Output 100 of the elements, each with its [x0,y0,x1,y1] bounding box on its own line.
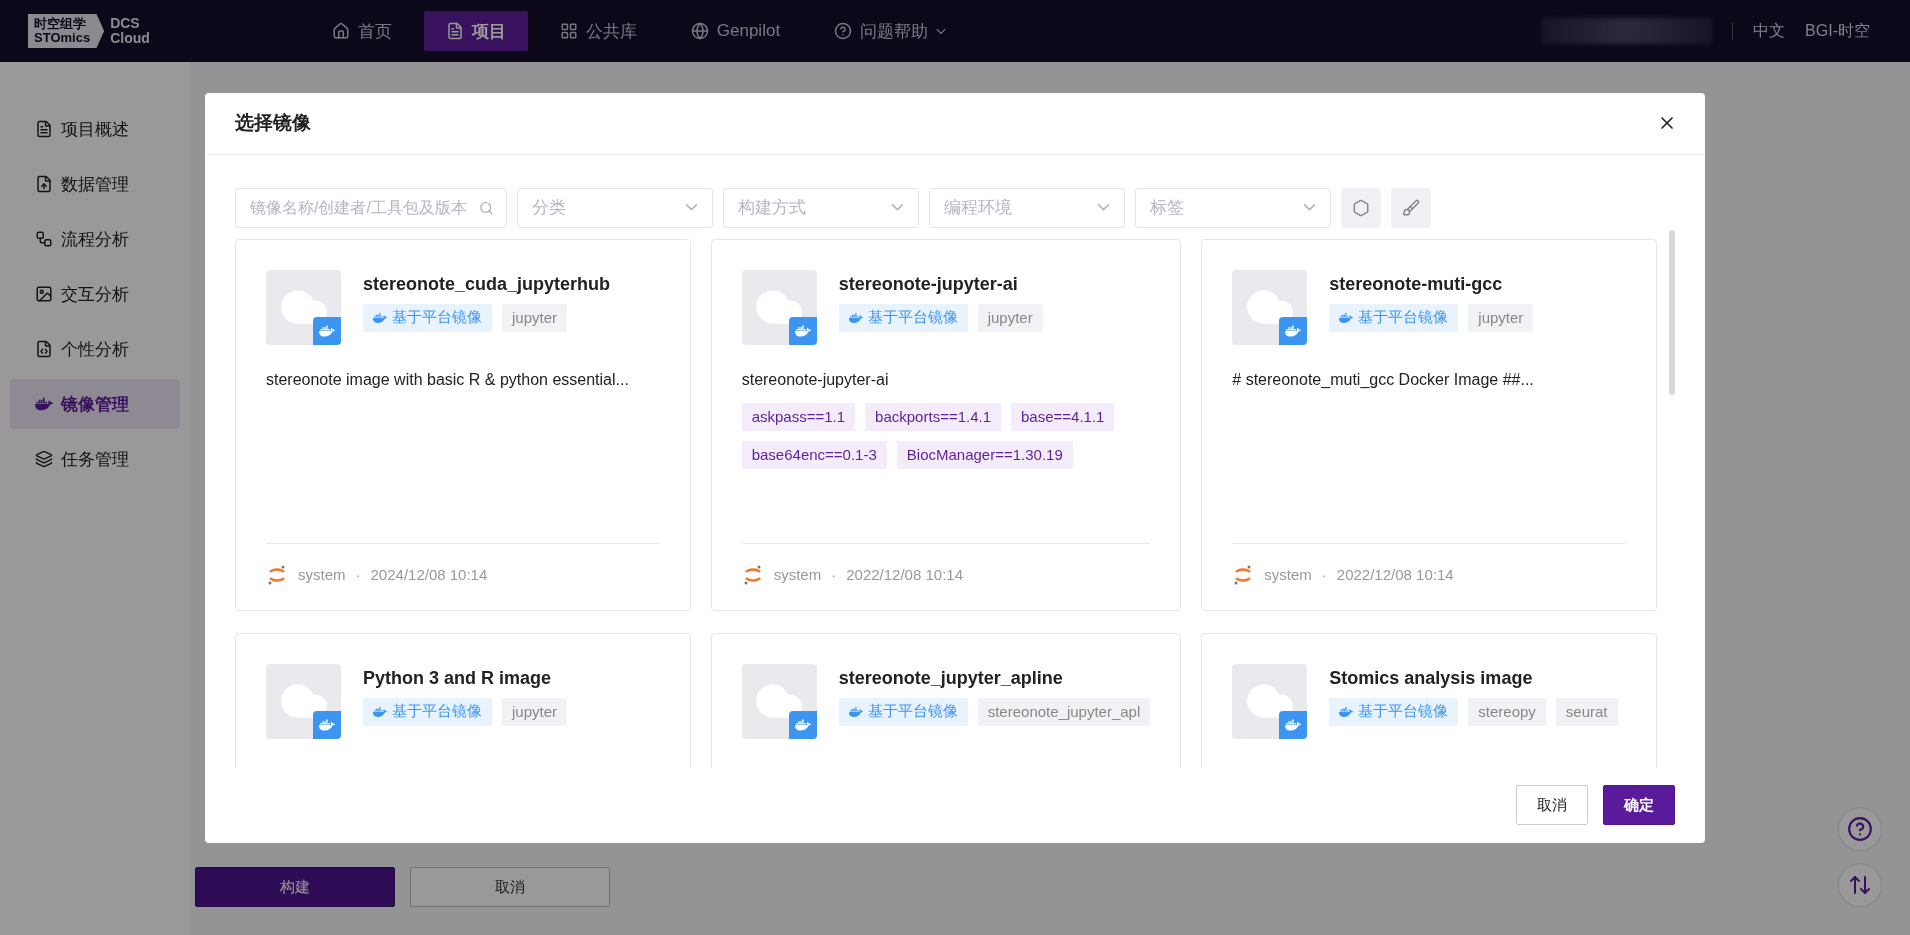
nav-item[interactable]: 首页 [309,11,414,51]
whale-icon [794,322,811,339]
whale-icon [35,395,53,413]
code-icon [35,340,53,358]
whale-icon [848,704,863,719]
card-title: stereonote-muti-gcc [1329,272,1504,295]
nav-item[interactable]: Genpilot [668,11,803,51]
workflow-icon [35,230,53,248]
tag: jupyter [502,303,568,332]
tag: jupyter [502,697,568,726]
tag: jupyter [1468,303,1534,332]
tag: 基于平台镜像 [838,697,968,726]
image-card[interactable]: stereonote_cuda_jupyterhub 基于平台镜像 jupyter stereonote image with basic R & python essential... system · 2024/12/08 10:14 [235,238,691,611]
image-card[interactable]: Python 3 and R image 基于平台镜像 jupyter [235,632,691,768]
search-field[interactable]: 镜像名称/创建者/工具包及版本 [235,187,507,228]
whale-icon [373,704,387,719]
organization-name[interactable]: BGI-时空 [1805,20,1870,42]
up-down-arrows-icon [1848,873,1872,897]
author: system [298,566,346,583]
package-tag: BiocManager==1.30.19 [896,440,1073,469]
date: 2022/12/08 10:14 [846,566,963,583]
confirm-button[interactable]: 确定 [1603,785,1675,825]
author: system [1264,566,1312,583]
card-title: stereonote_cuda_jupyterhub [363,272,611,295]
card-title: Python 3 and R image [363,666,553,689]
package-tag: backports==1.4.1 [865,402,1001,431]
nav-item[interactable]: 问题帮助 [812,11,969,51]
chevron-down-icon [1097,204,1110,211]
sidebar-item[interactable]: 任务管理 [10,434,180,484]
help-icon [834,22,853,40]
document-icon [35,120,53,138]
cancel-button[interactable]: 取消 [1516,785,1588,825]
cancel-button[interactable]: 取消 [410,867,610,907]
tag: 基于平台镜像 [1329,697,1459,726]
chevron-down-icon [891,204,904,211]
brush-icon [1402,198,1420,217]
package-tag: askpass==1.1 [741,402,856,431]
home-icon [331,22,350,40]
clear-button[interactable] [1391,187,1431,228]
nav-item[interactable]: 项目 [423,11,528,51]
logo: 时空组学 STOmics [28,14,105,48]
tag: seurat [1555,697,1618,726]
chevron-down-icon [1303,204,1316,211]
tag: jupyter [977,303,1043,332]
whale-icon [1339,310,1354,325]
separator-dot: · [1321,566,1327,583]
package-tag: base==4.1.1 [1011,402,1115,431]
card-title: Stomics analysis image [1329,666,1534,689]
help-icon [1847,816,1873,842]
sidebar-item[interactable]: 流程分析 [10,214,180,264]
chevron-down-icon [685,204,698,211]
whale-icon [1285,716,1302,733]
product-name: DCS Cloud [110,16,150,46]
layers-icon [35,450,53,468]
sidebar-item[interactable]: 交互分析 [10,269,180,319]
help-button[interactable] [1838,807,1882,851]
sidebar-item[interactable]: 项目概述 [10,104,180,154]
settings-button[interactable] [1341,187,1381,228]
tag: stereonote_jupyter_apl [977,697,1151,726]
nav-item[interactable]: 公共库 [537,11,659,51]
image-card[interactable]: stereonote_jupyter_apline 基于平台镜像 stereonote_jupyter_apl [710,632,1182,768]
grid-icon [559,22,578,40]
whale-icon [319,322,335,339]
whale-icon [319,716,335,733]
sidebar-item[interactable]: 数据管理 [10,159,180,209]
separator-dot: · [355,566,361,583]
dialog-title: 选择镜像 [235,111,311,135]
sidebar-item[interactable]: 个性分析 [10,324,180,374]
tag: 基于平台镜像 [838,303,968,332]
card-description: stereonote image with basic R & python essential... [266,370,630,389]
tag: 基于平台镜像 [1329,303,1459,332]
card-description: # stereonote_muti_gcc Docker Image ##... [1232,370,1535,389]
jupyter-logo-icon [266,563,288,586]
sidebar-item[interactable]: 镜像管理 [10,379,180,429]
scroll-button[interactable] [1838,863,1882,907]
tag: 基于平台镜像 [363,303,492,332]
hexagon-icon [1352,198,1370,217]
whale-icon [848,310,863,325]
tag: 基于平台镜像 [363,697,492,726]
globe-icon [690,22,709,40]
build-button[interactable]: 构建 [195,867,395,907]
file-upload-icon [35,175,53,193]
package-tag: base64enc==0.1-3 [741,440,887,469]
language-label: 中文 [1753,20,1786,41]
tag: stereopy [1468,697,1546,726]
whale-icon [1285,322,1302,339]
search-icon [479,199,494,216]
card-title: stereonote-jupyter-ai [838,272,1019,295]
document-icon [445,22,464,40]
whale-icon [373,310,387,325]
scrollbar[interactable] [1669,229,1675,395]
whale-icon [1339,704,1354,719]
card-description: stereonote-jupyter-ai [741,370,890,389]
author: system [773,566,822,583]
image-card[interactable]: stereonote-jupyter-ai 基于平台镜像 jupyter stereonote-jupyter-ai askpass==1.1 backports==1.4.1 base==4.1.1 base64enc==0.1-3 BiocManager==1.30.19 system · 2022/12/08 10:14 [710,238,1182,611]
image-card[interactable]: stereonote-muti-gcc 基于平台镜像 jupyter # stereonote_muti_gcc Docker Image ##... system · 2022/12/08 10:14 [1201,238,1657,611]
separator-dot: · [831,566,837,583]
date: 2022/12/08 10:14 [1336,566,1454,583]
chevron-down-icon [936,28,947,34]
image-icon [35,285,53,303]
